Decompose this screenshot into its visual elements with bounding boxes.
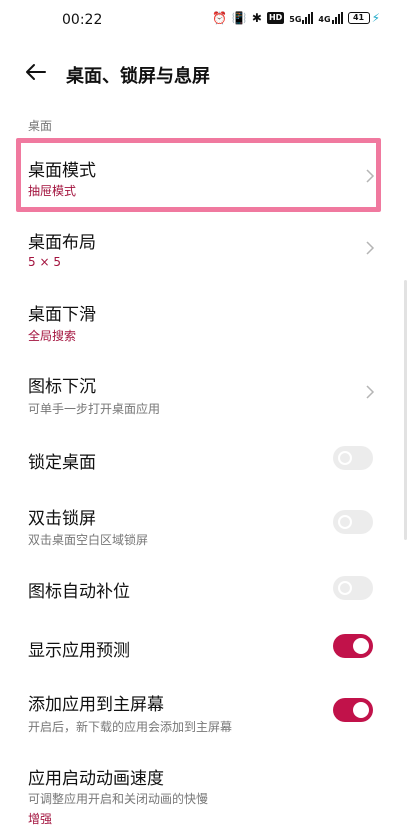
- setting-subtitle: 可单手一步打开桌面应用: [28, 402, 161, 416]
- scrollbar[interactable]: [404, 280, 407, 540]
- toggle-switch[interactable]: [333, 510, 373, 534]
- toggle-switch[interactable]: [333, 446, 373, 470]
- setting-app-prediction[interactable]: 显示应用预测: [0, 618, 395, 674]
- setting-title: 桌面布局: [28, 233, 96, 253]
- setting-add-to-home[interactable]: 添加应用到主屏幕 开启后，新下载的应用会添加到主屏幕: [0, 678, 395, 744]
- setting-value: 全局搜索: [28, 329, 77, 343]
- vibrate-icon: 📳: [231, 11, 247, 25]
- setting-title: 桌面下滑: [28, 305, 96, 325]
- setting-lock-desktop[interactable]: 锁定桌面: [0, 430, 395, 486]
- toggle-knob: [353, 638, 369, 654]
- 4g-label: 4G: [318, 15, 331, 24]
- charging-icon: ⚡: [371, 11, 380, 25]
- status-icons: ⏰ 📳 ✱ HD 5G 4G 41 ⚡: [212, 11, 380, 25]
- page-header: 桌面、锁屏与息屏: [0, 56, 410, 92]
- setting-subtitle: 可调整应用开启和关闭动画的快慢: [28, 792, 209, 806]
- battery-icon: 41 ⚡: [347, 11, 380, 25]
- toggle-switch[interactable]: [333, 698, 373, 722]
- setting-double-tap-lock[interactable]: 双击锁屏 双击桌面空白区域锁屏: [0, 490, 395, 556]
- setting-title: 桌面模式: [28, 161, 96, 181]
- back-arrow-icon[interactable]: [24, 60, 48, 84]
- setting-launch-animation-speed[interactable]: 应用启动动画速度 可调整应用开启和关闭动画的快慢 增强: [0, 752, 395, 828]
- status-time: 00:22: [62, 12, 103, 28]
- status-bar: 00:22 ⏰ 📳 ✱ HD 5G 4G 41 ⚡: [0, 0, 410, 40]
- chevron-right-icon: [366, 385, 375, 399]
- chevron-right-icon: [366, 169, 375, 183]
- setting-value: 抽屉模式: [28, 184, 77, 198]
- section-label: 桌面: [28, 119, 53, 133]
- bluetooth-icon: ✱: [251, 11, 262, 25]
- setting-title: 图标下沉: [28, 377, 96, 397]
- setting-desktop-layout[interactable]: 桌面布局 5 × 5: [0, 212, 395, 284]
- alarm-icon: ⏰: [211, 11, 227, 25]
- setting-icon-auto-fill[interactable]: 图标自动补位: [0, 560, 395, 616]
- setting-subtitle: 双击桌面空白区域锁屏: [28, 533, 149, 547]
- toggle-knob: [338, 581, 352, 595]
- setting-title: 锁定桌面: [28, 453, 96, 473]
- setting-desktop-mode[interactable]: 桌面模式 抽屉模式: [0, 140, 395, 210]
- setting-title: 添加应用到主屏幕: [28, 695, 164, 715]
- toggle-knob: [353, 702, 369, 718]
- setting-title: 图标自动补位: [28, 582, 130, 602]
- setting-title: 应用启动动画速度: [28, 769, 164, 789]
- page-title: 桌面、锁屏与息屏: [66, 66, 210, 87]
- setting-subtitle: 开启后，新下载的应用会添加到主屏幕: [28, 720, 233, 734]
- toggle-knob: [338, 451, 352, 465]
- toggle-switch[interactable]: [333, 634, 373, 658]
- setting-value: 增强: [28, 812, 53, 826]
- 5g-signal-icon: 5G: [289, 12, 314, 24]
- setting-icon-sink[interactable]: 图标下沉 可单手一步打开桌面应用: [0, 356, 395, 428]
- setting-title: 显示应用预测: [28, 641, 130, 661]
- setting-value: 5 × 5: [28, 255, 61, 269]
- 5g-label: 5G: [289, 15, 302, 24]
- setting-title: 双击锁屏: [28, 509, 96, 529]
- 4g-signal-icon: 4G: [318, 12, 343, 24]
- setting-desktop-swipe-down[interactable]: 桌面下滑 全局搜索: [0, 284, 395, 356]
- chevron-right-icon: [366, 241, 375, 255]
- hd-icon: HD: [266, 12, 285, 24]
- toggle-knob: [338, 515, 352, 529]
- toggle-switch[interactable]: [333, 576, 373, 600]
- battery-level: 41: [347, 12, 370, 24]
